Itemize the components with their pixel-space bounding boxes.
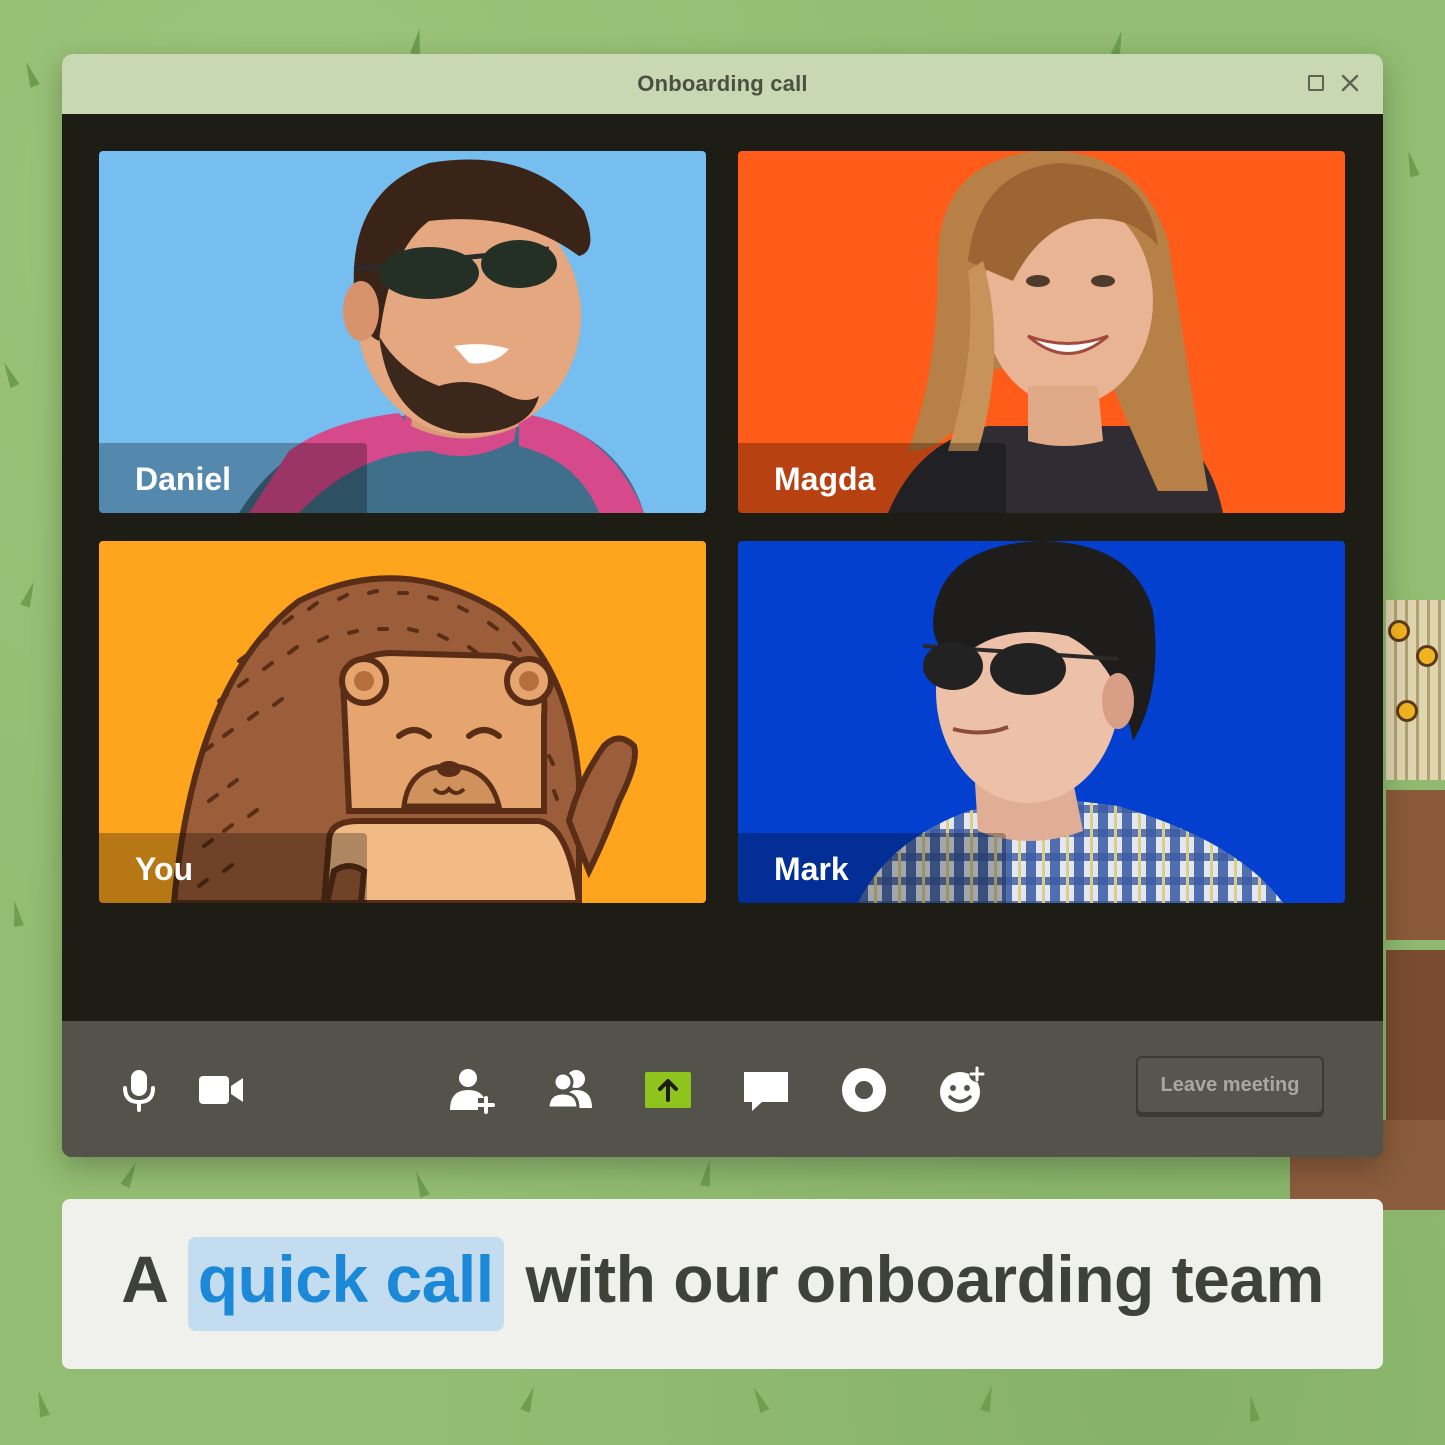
caption-highlight: quick call (187, 1237, 504, 1331)
add-reaction-icon (940, 1066, 985, 1112)
name-label-bar: Mark (738, 833, 1006, 903)
add-person-button[interactable] (446, 1064, 498, 1116)
title-bar: Onboarding call (62, 54, 1383, 114)
caption-banner: A quick call with our onboarding team (62, 1199, 1383, 1369)
maximize-button[interactable] (1305, 72, 1327, 94)
caption-suffix: with our onboarding team (525, 1242, 1324, 1316)
add-person-icon (450, 1069, 495, 1114)
name-label-bar: Magda (738, 443, 1006, 513)
record-button[interactable] (838, 1064, 890, 1116)
participants-icon (546, 1070, 592, 1110)
call-window: Onboarding call Daniel Magda You Mark Le… (62, 54, 1383, 1157)
video-tile-you[interactable]: You (99, 541, 706, 903)
share-screen-icon (645, 1072, 691, 1108)
participant-name: Magda (774, 460, 876, 497)
camera-button[interactable] (195, 1064, 247, 1116)
video-tile-mark[interactable]: Mark (738, 541, 1345, 903)
maximize-icon (1308, 75, 1324, 91)
garden-decoration (1386, 600, 1445, 1200)
add-reaction-button[interactable] (936, 1064, 988, 1116)
caption-text: A quick call with our onboarding team (121, 1237, 1324, 1331)
leave-meeting-button[interactable]: Leave meeting (1136, 1056, 1324, 1114)
call-toolbar: Leave meeting (62, 1021, 1383, 1157)
share-screen-button[interactable] (642, 1064, 694, 1116)
caption-prefix: A (121, 1242, 166, 1316)
microphone-icon (123, 1070, 155, 1112)
video-tile-daniel[interactable]: Daniel (99, 151, 706, 513)
participants-button[interactable] (544, 1064, 596, 1116)
chat-button[interactable] (740, 1064, 792, 1116)
window-title: Onboarding call (637, 71, 808, 96)
close-button[interactable] (1339, 72, 1361, 94)
participant-name: You (135, 850, 194, 887)
participant-name: Mark (774, 850, 849, 887)
chat-icon (744, 1072, 788, 1111)
close-icon (1341, 74, 1359, 92)
participant-name: Daniel (135, 460, 232, 497)
camera-icon (199, 1076, 243, 1104)
name-label-bar: You (99, 833, 367, 903)
name-label-bar: Daniel (99, 443, 367, 513)
video-tile-magda[interactable]: Magda (738, 151, 1345, 513)
record-icon (842, 1068, 886, 1112)
video-grid: Daniel Magda You Mark (62, 114, 1383, 1021)
microphone-button[interactable] (113, 1064, 165, 1116)
